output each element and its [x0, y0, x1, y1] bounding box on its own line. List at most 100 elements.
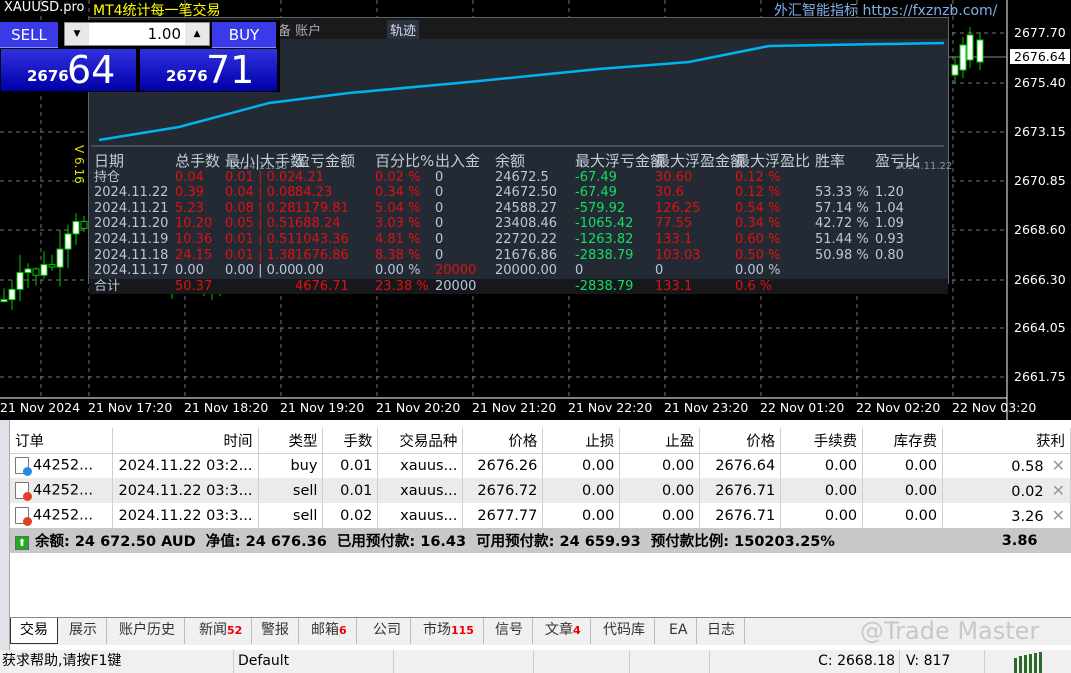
close-order-icon[interactable]: ✕	[1052, 456, 1065, 475]
stats-row: 2024.11.21 5.23 0.08 | 0.28 1179.81 5.04 % 0 2…	[89, 201, 948, 217]
stats-total-row: 合计 50.37 4676.71 23.38 % 20000 -2838.79 133.1 0…	[89, 278, 948, 295]
stats-cell: 1.20	[875, 185, 904, 201]
tab-badge: 115	[451, 624, 474, 637]
candle-body	[64, 233, 72, 250]
order-row[interactable]: 44252... 2024.11.22 03:2... buy 0.01 xauus..…	[10, 453, 1071, 478]
sell-price-prefix: 2676	[27, 67, 69, 85]
stats-header-cell: 百分比%	[375, 152, 435, 170]
close-order-icon[interactable]: ✕	[1052, 481, 1065, 500]
sell-price-button[interactable]: 2676 64	[0, 48, 137, 92]
account-summary-row: ⬆ 余额: 24 672.50 AUD 净值: 24 676.36 已用预付款: …	[10, 528, 1071, 553]
column-header[interactable]: 手数	[322, 428, 379, 454]
stats-header-cell: 胜率	[815, 152, 846, 170]
candle-body	[32, 268, 40, 276]
stats-header-cell: 总手数	[175, 152, 221, 170]
tab-9[interactable]: 文章4	[536, 618, 591, 644]
order-time: 2024.11.22 03:2...	[112, 453, 259, 478]
tab-6[interactable]: 公司	[364, 618, 411, 644]
tab-7[interactable]: 市场115	[414, 618, 484, 644]
column-header[interactable]: 类型	[258, 428, 324, 454]
order-lots: 0.01	[322, 453, 379, 478]
order-open: 2676.72	[462, 478, 544, 503]
increase-lot-icon[interactable]: ▲	[185, 23, 209, 45]
time-tick: 22 Nov 02:20	[856, 400, 941, 415]
stats-cell: 30.60	[655, 169, 693, 185]
stats-header-cell: 最大浮盈比	[735, 152, 811, 170]
order-open: 2676.26	[462, 453, 544, 478]
column-header[interactable]: 时间	[112, 428, 259, 454]
stats-cell: 0.34 %	[735, 216, 781, 232]
column-header[interactable]: 获利	[942, 428, 1071, 454]
column-header[interactable]: 订单	[10, 428, 114, 454]
order-price: 2676.71	[699, 503, 782, 528]
order-commission: 0.00	[780, 453, 864, 478]
tab-5[interactable]: 邮箱6	[302, 618, 357, 644]
candle-body	[24, 268, 32, 274]
tab-12[interactable]: 日志	[698, 618, 745, 644]
stats-cell: -2838.79	[575, 278, 634, 294]
sell-price-main: 64	[67, 48, 116, 92]
stats-cell: 23408.46	[495, 216, 558, 232]
order-sl: 0.00	[542, 503, 621, 528]
order-row[interactable]: 44252... 2024.11.22 03:3... sell 0.02 xauus.…	[10, 503, 1071, 528]
column-header[interactable]: 止损	[542, 428, 621, 454]
tab-account[interactable]: 备 账户	[275, 20, 324, 39]
stats-cell: 20000	[435, 278, 477, 294]
symbol-tab[interactable]: XAUUSD.pro	[0, 0, 85, 18]
tab-10[interactable]: 代码库	[594, 618, 655, 644]
price-chart[interactable]: XAUUSD.pro MT4统计每一笔交易 外汇智能指标 https://fxz…	[0, 0, 1071, 420]
tab-2[interactable]: 账户历史	[110, 618, 185, 644]
tab-8[interactable]: 信号	[486, 618, 533, 644]
buy-button[interactable]: BUY	[212, 22, 276, 48]
tab-3[interactable]: 新闻52	[190, 618, 253, 644]
stats-cell: 0	[435, 247, 444, 263]
column-header[interactable]: 价格	[462, 428, 544, 454]
order-row[interactable]: 44252... 2024.11.22 03:3... sell 0.01 xauus.…	[10, 478, 1071, 503]
tab-1[interactable]: 展示	[60, 618, 107, 644]
stats-cell: 20000.00	[495, 263, 558, 279]
column-header[interactable]: 手续费	[780, 428, 864, 454]
stats-cell: 0	[435, 231, 444, 247]
buy-price-button[interactable]: 2676 71	[139, 48, 278, 92]
tab-4[interactable]: 警报	[252, 618, 299, 644]
stats-cell: 持仓	[94, 169, 121, 185]
sell-button[interactable]: SELL	[0, 22, 58, 48]
order-swap: 0.00	[862, 453, 944, 478]
stats-cell: 5.04 %	[375, 200, 421, 216]
tab-0[interactable]: 交易	[10, 618, 58, 644]
candle-body	[72, 220, 80, 235]
order-type: buy	[258, 453, 324, 478]
stats-cell: 2024.11.17	[94, 263, 169, 279]
stats-header-cell: 余额	[495, 152, 526, 170]
order-time: 2024.11.22 03:3...	[112, 503, 259, 528]
tab-label: 日志	[707, 622, 735, 638]
tab-badge: 4	[573, 624, 581, 637]
order-tp: 0.00	[619, 503, 701, 528]
lot-stepper[interactable]: ▼ 1.00 ▲	[64, 22, 210, 46]
column-header[interactable]: 交易品种	[377, 428, 464, 454]
close-order-icon[interactable]: ✕	[1052, 506, 1065, 525]
price-tick: 2668.60	[1014, 222, 1066, 237]
stats-cell: 0.12 %	[735, 169, 781, 185]
column-header[interactable]: 价格	[699, 428, 782, 454]
stats-cell: 0.01 | 0.02	[225, 169, 296, 185]
stats-header-cell: 最小|大手数	[225, 152, 306, 170]
buy-order-icon	[15, 457, 32, 477]
column-header[interactable]: 库存费	[862, 428, 944, 454]
tab-trajectory[interactable]: 轨迹	[387, 20, 420, 39]
lot-input[interactable]: 1.00	[89, 23, 185, 45]
order-open: 2677.77	[462, 503, 544, 528]
stats-cell: -2838.79	[575, 247, 634, 263]
decrease-lot-icon[interactable]: ▼	[65, 23, 89, 45]
time-tick: 21 Nov 2024	[0, 400, 81, 415]
profit: 0.02	[1011, 484, 1044, 500]
stats-cell: 8.38 %	[375, 247, 421, 263]
column-header[interactable]: 止盈	[619, 428, 701, 454]
tab-11[interactable]: EA	[660, 618, 698, 644]
stats-cell: 0.01 | 1.38	[225, 247, 296, 263]
stats-cell: 1179.81	[295, 200, 349, 216]
stats-cell: 2024.11.18	[94, 247, 169, 263]
terminal-side-strip[interactable]	[0, 420, 10, 650]
order-sl: 0.00	[542, 453, 621, 478]
connection-icon[interactable]	[1012, 650, 1048, 673]
